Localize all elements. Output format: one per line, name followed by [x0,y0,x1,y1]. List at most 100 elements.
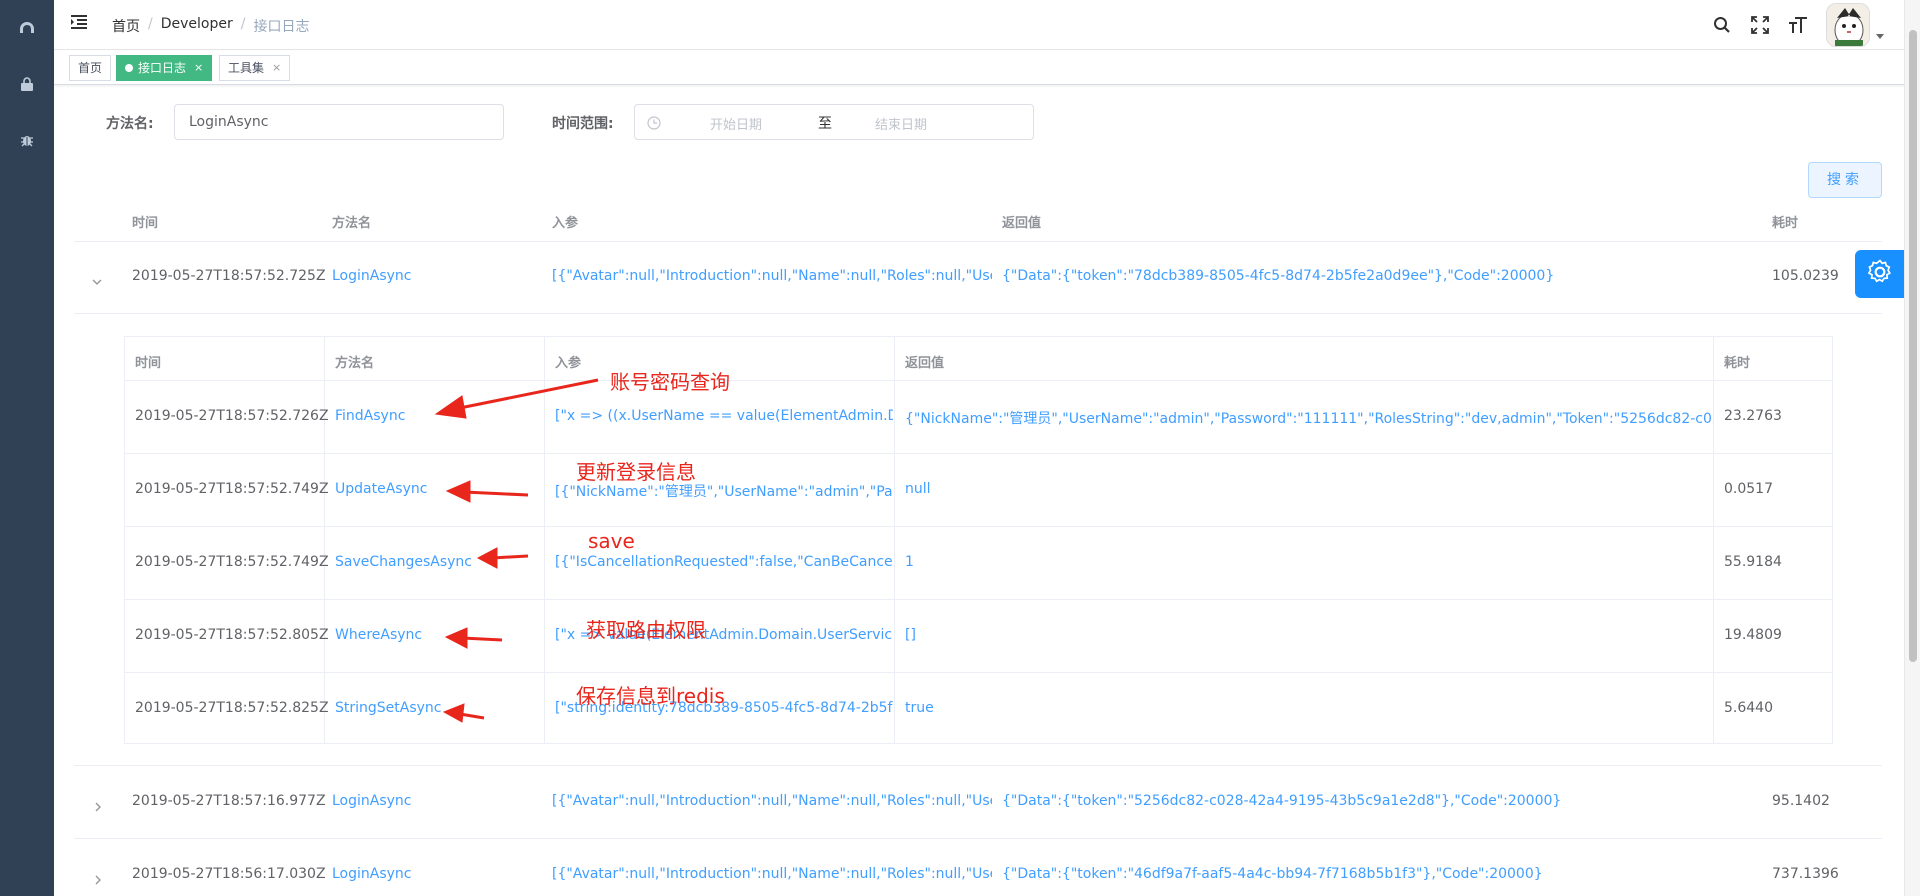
row-method[interactable]: UpdateAsync [335,481,427,497]
table-row[interactable]: 2019-05-27T18:57:52.805Z WhereAsync ["x … [125,600,1832,673]
breadcrumb-separator: / [240,16,246,32]
row-elapsed: 95.1402 [1772,793,1830,809]
close-icon[interactable]: × [194,56,203,80]
method-name-input[interactable]: LoginAsync [174,104,504,140]
sidebar [0,0,54,896]
chevron-down-icon[interactable] [92,272,102,285]
row-result[interactable]: {"Data":{"token":"46df9a7f-aaf5-4a4c-bb9… [1002,866,1742,882]
row-result[interactable]: null [905,481,1713,497]
row-time: 2019-05-27T18:57:52.726Z [135,408,329,424]
row-params[interactable]: [{"Avatar":null,"Introduction":null,"Nam… [552,793,992,809]
tag-tools[interactable]: 工具集 × [219,55,291,81]
column-header-time: 时间 [132,216,159,231]
settings-button[interactable] [1855,250,1905,298]
tag-home[interactable]: 首页 [69,55,112,81]
clock-icon [647,115,661,134]
row-elapsed: 55.9184 [1724,554,1782,570]
row-result[interactable]: 1 [905,554,1713,570]
breadcrumb-home[interactable]: 首页 [112,16,140,36]
row-time: 2019-05-27T18:57:52.725Z [132,268,326,284]
row-method[interactable]: SaveChangesAsync [335,554,472,570]
column-header-method: 方法名 [332,216,372,231]
tag-label: 接口日志 [138,61,187,75]
row-time: 2019-05-27T18:57:52.749Z [135,554,329,570]
app-root: 首页 / Developer / 接口日志 首页 接口日志 × 工具集 × 方法… [0,0,1920,896]
row-params[interactable]: [{"Avatar":null,"Introduction":null,"Nam… [552,866,992,882]
row-params[interactable]: ["x => ((x.UserName == value(ElementAdmi… [555,408,893,424]
row-elapsed: 19.4809 [1724,627,1782,643]
inner-header-params: 入参 [555,356,582,371]
row-params[interactable]: [{"Avatar":null,"Introduction":null,"Nam… [552,268,992,284]
annotation-text: 获取路由权限 [586,618,706,642]
row-time: 2019-05-27T18:57:52.825Z [135,700,329,716]
breadcrumb-developer[interactable]: Developer [161,16,233,36]
row-method[interactable]: WhereAsync [335,627,422,643]
chevron-right-icon[interactable] [93,797,103,812]
chevron-down-icon[interactable] [1876,33,1884,39]
close-icon[interactable]: × [272,56,281,80]
row-elapsed: 5.6440 [1724,700,1773,716]
search-icon[interactable] [1712,15,1732,35]
row-elapsed: 737.1396 [1772,866,1839,882]
column-header-params: 入参 [552,216,579,231]
date-range-picker[interactable]: 开始日期 至 结束日期 [634,104,1034,140]
time-range-label: 时间范围: [552,116,614,132]
scrollbar[interactable] [1904,0,1920,896]
row-time: 2019-05-27T18:57:16.977Z [132,793,326,809]
row-time: 2019-05-27T18:56:17.030Z [132,866,326,882]
expanded-detail-table: 时间 方法名 入参 返回值 耗时 2019-05-27T18:57:52.726… [124,336,1833,744]
bug-icon[interactable] [17,130,37,150]
fullscreen-icon[interactable] [1750,15,1770,35]
table-row[interactable]: 2019-05-27T18:57:52.749Z SaveChangesAsyn… [125,527,1832,600]
table-row[interactable]: 2019-05-27T18:57:52.726Z FindAsync ["x =… [125,381,1832,454]
inner-header-row: 时间 方法名 入参 返回值 耗时 [125,337,1832,381]
inner-header-method: 方法名 [335,356,375,371]
active-dot-icon [125,64,133,72]
row-method[interactable]: LoginAsync [332,268,412,284]
tag-label: 首页 [78,61,103,75]
row-result[interactable]: [] [905,627,1713,643]
row-elapsed: 0.0517 [1724,481,1773,497]
tags-view: 首页 接口日志 × 工具集 × [54,51,1920,85]
dashboard-icon[interactable] [17,18,37,38]
row-method[interactable]: LoginAsync [332,866,412,882]
divider [74,313,1882,314]
start-date-placeholder[interactable]: 开始日期 [710,114,762,133]
row-result[interactable]: {"Data":{"token":"78dcb389-8505-4fc5-8d7… [1002,268,1742,284]
row-method[interactable]: FindAsync [335,408,405,424]
search-button[interactable]: 搜索 [1808,162,1882,198]
lock-icon[interactable] [17,74,37,94]
scrollbar-thumb[interactable] [1909,30,1917,662]
end-date-placeholder[interactable]: 结束日期 [875,114,927,133]
breadcrumb-separator: / [148,16,153,32]
row-result[interactable]: {"NickName":"管理员","UserName":"admin","Pa… [905,408,1713,428]
tag-api-log[interactable]: 接口日志 × [116,55,213,81]
row-time: 2019-05-27T18:57:52.805Z [135,627,329,643]
breadcrumb-current: 接口日志 [253,19,310,35]
navbar-right [1712,0,1884,50]
tag-label: 工具集 [228,61,265,75]
annotation-text: 保存信息到redis [576,684,725,708]
row-method[interactable]: StringSetAsync [335,700,442,716]
method-name-label: 方法名: [106,116,154,132]
chevron-right-icon[interactable] [93,870,103,885]
inner-header-result: 返回值 [905,356,945,371]
divider [74,241,1882,242]
column-header-elapsed: 耗时 [1772,216,1799,231]
range-separator: 至 [818,116,832,132]
table-row[interactable]: 2019-05-27T18:57:52.749Z UpdateAsync [{"… [125,454,1832,527]
row-result[interactable]: true [905,700,1713,716]
row-params[interactable]: [{"IsCancellationRequested":false,"CanBe… [555,554,893,570]
row-method[interactable]: LoginAsync [332,793,412,809]
font-size-icon[interactable] [1788,15,1808,35]
row-result[interactable]: {"Data":{"token":"5256dc82-c028-42a4-919… [1002,793,1742,809]
breadcrumb: 首页 / Developer / 接口日志 [112,16,309,36]
table-row[interactable]: 2019-05-27T18:57:52.825Z StringSetAsync … [125,673,1832,745]
row-time: 2019-05-27T18:57:52.749Z [135,481,329,497]
row-elapsed: 105.0239 [1772,268,1839,284]
inner-header-time: 时间 [135,356,162,371]
annotation-text: 更新登录信息 [576,460,696,484]
hamburger-icon[interactable] [70,14,90,34]
avatar[interactable] [1826,3,1870,47]
inner-header-elapsed: 耗时 [1724,356,1751,371]
